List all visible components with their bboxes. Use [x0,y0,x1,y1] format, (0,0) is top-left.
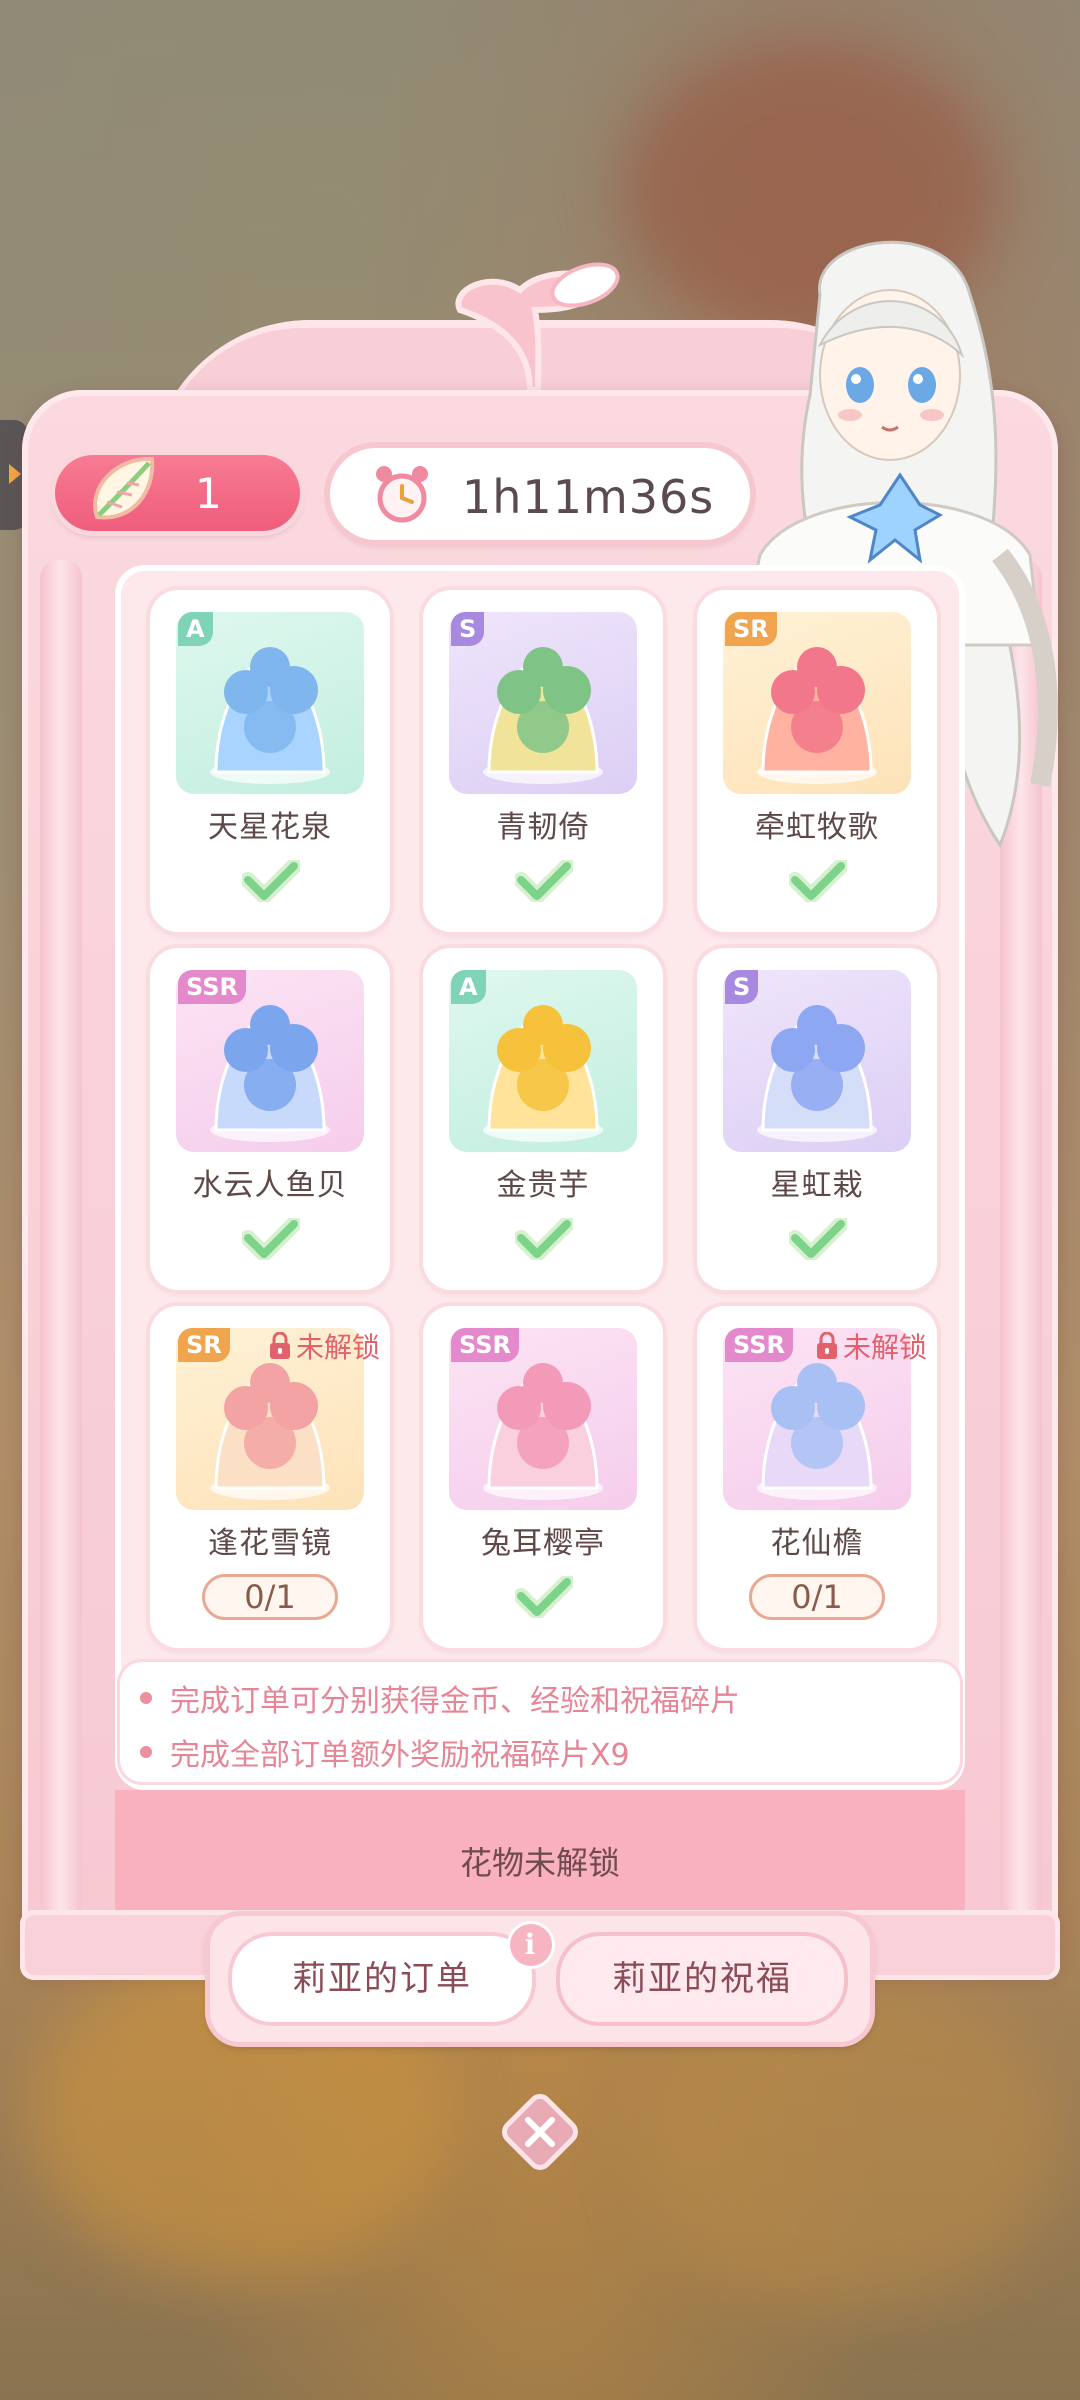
item-name: 逢花雪镜 [208,1526,332,1561]
unlock-status-bar: 花物未解锁 [115,1790,965,1930]
order-card[interactable]: SSR 未解锁花仙檐 0/1 [697,1306,937,1648]
rarity-badge: SSR [725,1328,793,1362]
order-card[interactable]: S 青韧倚 [423,590,663,932]
item-name: 金贵芋 [496,1168,590,1203]
check-icon [515,1576,573,1618]
item-name: 星虹栽 [770,1168,864,1203]
blessing-fragment-counter: 1 [55,455,300,531]
countdown-timer: 1h11m36s [330,448,750,540]
tab-orders-label: 莉亚的订单 [292,1959,472,1999]
lock-icon [269,1332,290,1359]
rarity-badge: SSR [451,1328,519,1362]
order-card[interactable]: SR 牵虹牧歌 [697,590,937,932]
order-progress: 0/1 [749,1574,885,1620]
tab-lia-blessing[interactable]: 莉亚的祝福 [560,1936,844,2022]
leaf-fragment-icon [93,456,155,520]
bottom-tab-bar: 莉亚的订单 i 莉亚的祝福 [210,1916,870,2042]
tab-blessing-label: 莉亚的祝福 [612,1959,792,1999]
locked-label: 未解锁 [268,1328,380,1364]
item-name: 青韧倚 [496,810,590,845]
order-card[interactable]: SSR 兔耳樱亭 [423,1306,663,1648]
rarity-badge: SSR [178,970,246,1004]
check-icon [242,860,300,902]
locked-text: 未解锁 [842,1331,927,1364]
rarity-badge: SR [725,612,777,646]
check-icon [789,860,847,902]
item-name: 兔耳樱亭 [481,1526,605,1561]
order-card[interactable]: A 天星花泉 [150,590,390,932]
close-button[interactable] [498,2090,582,2174]
rarity-badge: A [178,612,213,646]
frame-pillar-left [40,560,82,1920]
tab-lia-orders[interactable]: 莉亚的订单 i [232,1924,552,2022]
item-name: 花仙檐 [770,1526,864,1561]
order-progress: 0/1 [202,1574,338,1620]
note-line-2: 完成全部订单额外奖励祝福碎片X9 [170,1738,630,1773]
order-card[interactable]: SR 未解锁逢花雪镜 0/1 [150,1306,390,1648]
fragment-count-value: 1 [195,469,222,518]
timer-value: 1h11m36s [462,470,715,524]
check-icon [242,1218,300,1260]
order-panel: A 天星花泉 S 青韧倚 SR 牵虹牧歌 SSR 水云人鱼贝 A 金贵芋 S 星虹栽 SR 未解锁 逢花雪镜… [115,565,965,1790]
check-icon [515,860,573,902]
note-line-1: 完成订单可分别获得金币、经验和祝福碎片 [170,1684,740,1719]
lock-icon [816,1332,837,1359]
locked-label: 未解锁 [815,1328,927,1364]
item-name: 牵虹牧歌 [755,810,879,845]
reward-notes: 完成订单可分别获得金币、经验和祝福碎片 完成全部订单额外奖励祝福碎片X9 [120,1662,960,1782]
order-card[interactable]: SSR 水云人鱼贝 [150,948,390,1290]
frame-sprout-ornament [455,262,620,390]
alarm-clock-icon [376,466,428,523]
rarity-badge: A [451,970,486,1004]
rarity-badge: S [451,612,485,646]
item-name: 天星花泉 [208,810,332,845]
info-icon[interactable]: i [510,1924,552,1966]
status-text: 花物未解锁 [459,1844,620,1882]
order-card[interactable]: S 星虹栽 [697,948,937,1290]
rarity-badge: S [725,970,759,1004]
rarity-badge: SR [178,1328,230,1362]
bullet-dot [140,1692,152,1704]
locked-text: 未解锁 [295,1331,380,1364]
item-name: 水云人鱼贝 [192,1168,348,1203]
order-card[interactable]: A 金贵芋 [423,948,663,1290]
check-icon [515,1218,573,1260]
bullet-dot [140,1746,152,1758]
check-icon [789,1218,847,1260]
